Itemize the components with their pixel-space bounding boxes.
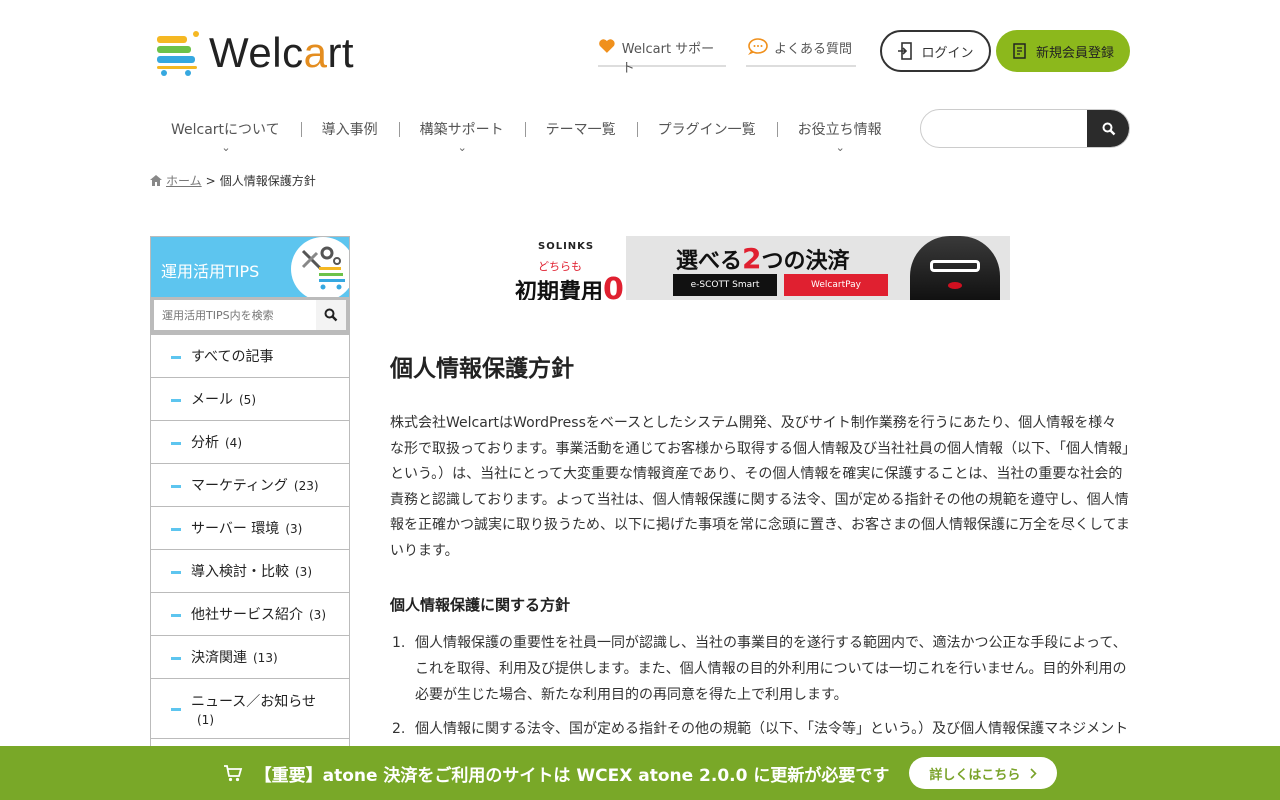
- chevron-down-icon: ⌄: [835, 141, 845, 154]
- category-label: 分析: [191, 435, 219, 451]
- policy-text: 個人情報保護の重要性を社員一同が認識し、当社の事業目的を遂行する範囲内で、適法か…: [415, 635, 1127, 703]
- policy-number: 2.: [392, 721, 406, 737]
- home-icon: [150, 175, 162, 186]
- policy-number: 1.: [392, 635, 406, 651]
- banner-tag-welcartpay: WelcartPay: [784, 274, 888, 296]
- nav-item-build-support[interactable]: 構築サポート ⌄: [398, 116, 525, 153]
- nav-item-useful-info[interactable]: お役立ち情報 ⌄: [776, 116, 903, 153]
- breadcrumb: ホーム > 個人情報保護方針: [150, 172, 316, 189]
- notice-button-label: 詳しくはこちら: [929, 767, 1021, 783]
- login-door-icon: [898, 42, 913, 60]
- notice-details-button[interactable]: 詳しくはこちら: [909, 757, 1058, 789]
- category-count: (5): [239, 393, 256, 407]
- cart-icon: [223, 765, 242, 782]
- category-label: マーケティング: [191, 478, 288, 494]
- site-search: [920, 109, 1130, 148]
- banner-left: SOLINKS どちらも 初期費用0円: [510, 236, 626, 300]
- sidebar-title: 運用活用TIPS: [161, 262, 260, 281]
- notice-bar: 【重要】atone 決済をご利用のサイトは WCEX atone 2.0.0 に…: [0, 746, 1280, 800]
- nav-label: テーマ一覧: [545, 122, 616, 138]
- register-button[interactable]: 新規会員登録: [996, 30, 1130, 72]
- sidebar-header: 運用活用TIPS: [151, 237, 349, 301]
- chevron-down-icon: ⌄: [457, 141, 467, 154]
- nav-item-about[interactable]: Welcartについて ⌄: [150, 116, 301, 153]
- support-link[interactable]: Welcart サポート: [598, 38, 726, 76]
- policy-item: 1. 個人情報保護の重要性を社員一同が認識し、当社の事業目的を遂行する範囲内で、適…: [390, 630, 1130, 708]
- nav-label: 導入事例: [321, 122, 378, 138]
- nav-item-cases[interactable]: 導入事例: [300, 116, 399, 142]
- nav-label: お役立ち情報: [797, 122, 882, 138]
- category-item-news[interactable]: ニュース／お知らせ (1): [151, 678, 349, 738]
- faq-link[interactable]: よくある質問: [746, 38, 856, 67]
- site-search-button[interactable]: [1087, 110, 1129, 147]
- category-item-analysis[interactable]: 分析 (4): [151, 420, 349, 463]
- section-title: 個人情報保護に関する方針: [390, 596, 571, 614]
- site-search-input[interactable]: [921, 110, 1089, 147]
- main-content: 個人情報保護方針 株式会社WelcartはWordPressをベースとしたシステ…: [390, 340, 1130, 776]
- search-icon: [1102, 122, 1115, 135]
- category-count: (3): [285, 522, 303, 536]
- chat-bubble-icon: [748, 38, 768, 55]
- category-item-all[interactable]: すべての記事: [151, 334, 349, 377]
- category-count: (1): [197, 712, 214, 727]
- category-item-mail[interactable]: メール (5): [151, 377, 349, 420]
- category-item-other-services[interactable]: 他社サービス紹介 (3): [151, 592, 349, 635]
- banner-tag-escott: e-SCOTT Smart: [673, 274, 777, 296]
- nav-item-plugins[interactable]: プラグイン一覧: [636, 116, 777, 142]
- category-count: (4): [225, 436, 242, 450]
- chevron-down-icon: ⌄: [221, 141, 231, 154]
- cart-logo-icon: [155, 30, 201, 76]
- banner-initial-cost: 初期費用0円: [515, 272, 624, 300]
- page-title: 個人情報保護方針: [390, 356, 574, 382]
- category-label: 他社サービス紹介: [191, 607, 303, 623]
- banner-right: 選べる2つの決済 e-SCOTT Smart WelcartPay: [626, 236, 1010, 300]
- notice-text: 【重要】atone 決済をご利用のサイトは WCEX atone 2.0.0 に…: [254, 765, 890, 786]
- category-count: (3): [309, 608, 326, 622]
- category-item-marketing[interactable]: マーケティング (23): [151, 463, 349, 506]
- nav-label: Welcartについて: [171, 122, 280, 138]
- category-item-payment[interactable]: 決済関連 (13): [151, 635, 349, 678]
- support-link-label: Welcart サポート: [621, 42, 715, 76]
- logo-text: Welcart: [209, 29, 355, 76]
- chevron-right-icon: [1030, 767, 1038, 779]
- sidebar-search: [151, 297, 349, 334]
- category-count: (23): [293, 479, 319, 493]
- nav-item-themes[interactable]: テーマ一覧: [524, 116, 637, 142]
- banner-model-image: [910, 236, 1000, 300]
- search-icon: [324, 308, 338, 322]
- banner-brand: SOLINKS: [538, 241, 595, 252]
- category-count: (13): [253, 651, 278, 665]
- login-button[interactable]: ログイン: [880, 30, 991, 72]
- category-label: ニュース／お知らせ: [191, 693, 317, 710]
- faq-link-label: よくある質問: [774, 42, 853, 57]
- category-label: 導入検討・比較: [191, 564, 289, 580]
- register-form-icon: [1013, 43, 1026, 59]
- tools-cart-icon: [291, 237, 349, 301]
- main-nav: Welcartについて ⌄ 導入事例 構築サポート ⌄ テーマ一覧 プラグイン一覧 …: [150, 116, 903, 156]
- site-logo[interactable]: Welcart: [155, 29, 355, 76]
- category-label: 決済関連: [191, 650, 247, 666]
- category-label: サーバー 環境: [191, 521, 280, 537]
- category-label: メール: [191, 392, 233, 408]
- banner-headline: 選べる2つの決済: [676, 242, 850, 275]
- sidebar-search-button[interactable]: [316, 300, 346, 330]
- payment-promo-banner[interactable]: SOLINKS どちらも 初期費用0円 選べる2つの決済 e-SCOTT Sma…: [510, 236, 1010, 300]
- intro-paragraph: 株式会社WelcartはWordPressをベースとしたシステム開発、及びサイト…: [390, 415, 1130, 559]
- category-count: (3): [295, 565, 312, 579]
- breadcrumb-current: 個人情報保護方針: [219, 174, 316, 188]
- sidebar-search-input[interactable]: [154, 300, 316, 330]
- tips-sidebar: 運用活用TIPS すべての記事 メール (5) 分析 (4) マーケティング (23): [150, 236, 350, 756]
- category-list: すべての記事 メール (5) 分析 (4) マーケティング (23) サーバー 環境 (…: [151, 334, 349, 756]
- breadcrumb-home[interactable]: ホーム: [166, 172, 202, 189]
- heart-icon: [599, 39, 615, 53]
- category-label: すべての記事: [191, 349, 274, 365]
- category-item-server[interactable]: サーバー 環境 (3): [151, 506, 349, 549]
- breadcrumb-separator: >: [205, 173, 216, 188]
- nav-label: 構築サポート: [419, 122, 504, 138]
- nav-label: プラグイン一覧: [657, 122, 756, 138]
- login-label: ログイン: [921, 45, 974, 61]
- category-item-comparison[interactable]: 導入検討・比較 (3): [151, 549, 349, 592]
- register-label: 新規会員登録: [1035, 45, 1114, 61]
